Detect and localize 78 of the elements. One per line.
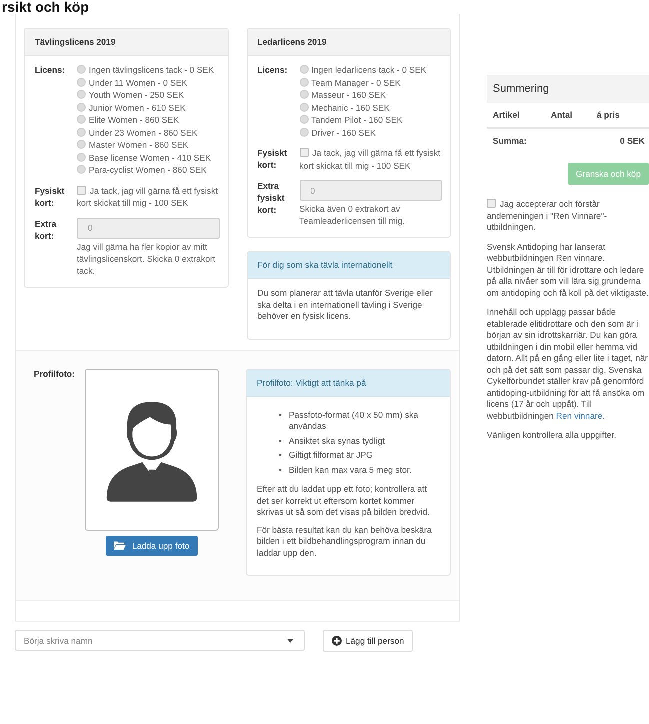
- radio-option[interactable]: Elite Women - 860 SEK: [77, 114, 220, 126]
- radio-button[interactable]: [77, 102, 86, 112]
- checkbox-option[interactable]: Ja tack, jag vill gärna få ett fysiskt kort skickat till mig - 100 SEK: [300, 147, 442, 172]
- name-select-field[interactable]: Börja skriva namn: [15, 630, 305, 651]
- radio-button[interactable]: [300, 65, 308, 74]
- column-header: Artikel: [493, 110, 521, 120]
- page-title: rsikt och köp: [2, 0, 90, 14]
- paragraph: Innehåll och upplägg passar både etablerade elitidrottare och den som är i början av sin idrottskarriär. Du kan göra utbildningen i din mobil eller hemma vid datorn. Allt på en gång eller lite i taget, när och på det sätt som passar dig. Svenska Cykelförbundet ställer krav på genomförd antidoping-utbildning för att få ansöka om licens (17 år och uppåt). Till webbutbildningen Ren vinnare.: [487, 307, 649, 422]
- upload-photo-button[interactable]: Ladda upp foto: [106, 536, 198, 556]
- field-label: Profilfoto:: [34, 368, 76, 380]
- caret-icon: [287, 638, 294, 642]
- bullet-item: Passfoto-format (40 x 50 mm) ska användas: [289, 410, 420, 432]
- radio-button[interactable]: [77, 78, 86, 86]
- card-title: Ledarlicens 2019: [248, 29, 450, 56]
- radio-option[interactable]: Ingen tävlingslicens tack - 0 SEK: [77, 64, 220, 76]
- field-label: Fysiskt kort:: [35, 184, 66, 210]
- bullet-item: Bilden kan max vara 5 meg stor.: [289, 464, 412, 476]
- paragraph: Svensk Antidoping har lanserat webbutbildningen Ren vinnare. Utbildningen är till för idrottare och ledare på alla nivåer som vill lära sig grunderna om antidoping och få koll på det viktigaste.: [487, 242, 649, 299]
- checkbox[interactable]: [487, 199, 496, 208]
- radio-option[interactable]: Para-cyclist Women - 860 SEK: [77, 164, 220, 176]
- radio-option[interactable]: Under 23 Women - 860 SEK: [77, 126, 220, 139]
- checkbox[interactable]: [77, 186, 86, 194]
- field-label: Licens:: [258, 64, 289, 77]
- info-text: Du som planerar att tävla utanför Sverige eller ska delta i en internationell tävling i Sverige behöver en fysisk licens.: [258, 288, 434, 322]
- radio-button[interactable]: [300, 90, 308, 99]
- notice-text: Vänligen kontrollera alla uppgifter.: [487, 430, 618, 442]
- radio-button[interactable]: [77, 165, 86, 174]
- total-label: Summa:: [493, 136, 527, 146]
- bullet-item: Ansiktet ska synas tydligt: [289, 436, 386, 447]
- info-title: Profilfoto: Viktigt att tänka på: [247, 370, 450, 396]
- field-label: Extra kort:: [35, 218, 58, 242]
- radio-button[interactable]: [77, 115, 86, 124]
- bullet-mark: •: [279, 436, 282, 447]
- radio-option[interactable]: Mechanic - 160 SEK: [300, 102, 442, 114]
- panel-title: Summering: [487, 75, 649, 103]
- radio-button[interactable]: [300, 78, 308, 86]
- radio-button[interactable]: [300, 115, 308, 124]
- plus-circle-icon: [332, 636, 342, 646]
- total-value: 0 SEK: [620, 136, 645, 146]
- checkbox-option[interactable]: Ja tack, jag vill gärna få ett fysiskt kort skickat till mig - 100 SEK: [77, 184, 220, 210]
- help-text: Jag vill gärna ha fler kopior av mitt tävlingslicenskort. Skicka 0 extrakort tack.: [77, 240, 217, 276]
- radio-option[interactable]: Base license Women - 410 SEK: [77, 152, 220, 164]
- field-label: Extra fysiskt kort:: [258, 180, 286, 217]
- radio-button[interactable]: [77, 140, 86, 149]
- radio-button[interactable]: [77, 90, 86, 99]
- radio-button[interactable]: [300, 102, 308, 112]
- radio-option[interactable]: Youth Women - 250 SEK: [77, 89, 220, 102]
- add-person-button[interactable]: Lägg till person: [323, 630, 414, 652]
- bullet-mark: •: [279, 450, 282, 462]
- radio-button[interactable]: [77, 152, 86, 162]
- person-silhouette-icon: [105, 400, 199, 504]
- info-title: För dig som ska tävla internationellt: [248, 252, 450, 279]
- column-header: á pris: [597, 110, 621, 120]
- bullet-mark: •: [279, 410, 282, 422]
- info-text: För bästa resultat kan du kan behöva beskära bilden i ett bildbehandlingsprogram innan du laddar upp den.: [257, 524, 433, 559]
- column-header: Antal: [551, 110, 574, 120]
- field-label: Licens:: [35, 64, 66, 77]
- checkbox-option[interactable]: Jag accepterar och förstår andemeningen i "Ren Vinnare"-utbildningen.: [487, 199, 649, 234]
- radio-option[interactable]: Team Manager - 0 SEK: [300, 76, 442, 89]
- radio-option[interactable]: Driver - 160 SEK: [300, 126, 442, 139]
- radio-button[interactable]: [77, 65, 86, 74]
- checkbox[interactable]: [300, 148, 308, 157]
- radio-option[interactable]: Tandem Pilot - 160 SEK: [300, 114, 442, 126]
- radio-button[interactable]: [77, 128, 86, 136]
- radio-option[interactable]: Master Women - 860 SEK: [77, 139, 220, 152]
- radio-option[interactable]: Under 11 Women - 0 SEK: [77, 76, 220, 89]
- radio-button[interactable]: [300, 128, 308, 136]
- radio-option[interactable]: Masseur - 160 SEK: [300, 89, 442, 102]
- help-text: Skicka även 0 extrakort av Teamleaderlicensen till mig.: [300, 203, 406, 227]
- bullet-mark: •: [279, 464, 282, 476]
- card-title: Tävlingslicens 2019: [25, 29, 228, 56]
- bullet-item: Giltigt filformat är JPG: [289, 450, 374, 462]
- info-text: Efter att du laddat upp ett foto; kontrollera att det ser korrekt ut eftersom kortet kommer skrivas ut så som det visas på bilden bredvid.: [257, 484, 431, 518]
- radio-option[interactable]: Ingen ledarlicens tack - 0 SEK: [300, 64, 442, 76]
- field-label: Fysiskt kort:: [258, 147, 288, 172]
- folder-icon: [114, 541, 126, 550]
- link[interactable]: Ren vinnare.: [556, 410, 606, 420]
- radio-option[interactable]: Junior Women - 610 SEK: [77, 102, 220, 114]
